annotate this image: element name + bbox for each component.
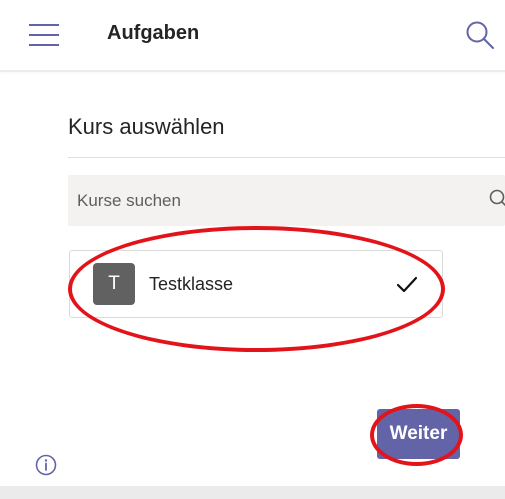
dialog-title: Kurs auswählen [68, 114, 225, 139]
info-icon[interactable] [35, 454, 57, 476]
course-item-testklasse[interactable]: T Testklasse [69, 250, 443, 318]
page-title: Aufgaben [107, 22, 200, 44]
course-search-input[interactable] [68, 175, 477, 226]
course-name: Testklasse [149, 274, 234, 294]
course-avatar: T [93, 263, 135, 305]
app-header: Aufgaben [0, 0, 505, 72]
next-button[interactable]: Weiter [377, 409, 460, 459]
search-icon[interactable] [488, 188, 505, 210]
course-search-box[interactable] [68, 175, 505, 226]
hamburger-menu-icon[interactable] [29, 24, 59, 46]
search-icon[interactable] [465, 20, 495, 50]
divider [68, 157, 505, 158]
checkmark-icon [396, 275, 418, 295]
bottom-bar [0, 486, 505, 499]
